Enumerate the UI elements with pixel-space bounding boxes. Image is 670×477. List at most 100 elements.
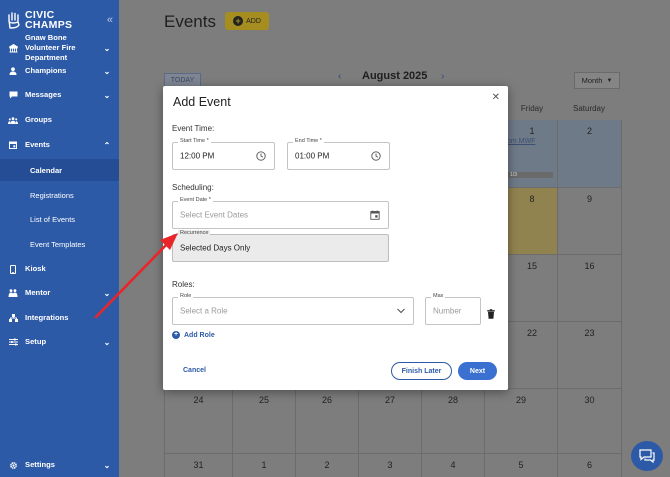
chevron-down-icon: ⌄ — [103, 90, 111, 100]
day-number: 1 — [261, 460, 267, 470]
recurrence-field[interactable]: Recurrence Selected Days Only — [172, 230, 389, 262]
start-time-label: Start Time * — [178, 138, 211, 144]
clock-icon[interactable] — [256, 151, 266, 161]
day-number: 9 — [586, 194, 592, 204]
day-number: 26 — [321, 395, 332, 405]
add-label: ADD — [246, 17, 261, 25]
sidebar-item-label: Kiosk — [25, 264, 46, 273]
event-bar[interactable]: 1/3 — [507, 172, 553, 178]
calendar-day[interactable]: 22 — [507, 322, 558, 389]
close-icon[interactable]: ✕ — [492, 92, 500, 103]
event-link[interactable]: om MWF — [507, 138, 535, 145]
sidebar-item-label: Messages — [25, 90, 62, 99]
calendar-day[interactable]: 1 om MWF 1/3 — [507, 120, 558, 188]
sidebar-item-mentor[interactable]: Mentor ⌄ — [0, 288, 119, 298]
add-event-dialog: Add Event ✕ Event Time: Start Time * 12:… — [163, 86, 508, 390]
day-number: 5 — [518, 460, 524, 470]
calendar-day[interactable]: 5 — [485, 454, 558, 477]
calendar-day[interactable]: 16 — [558, 255, 622, 322]
max-number-input[interactable]: Max Number — [425, 293, 481, 325]
calendar-day[interactable]: 31 — [164, 454, 233, 477]
next-month-icon[interactable]: › — [441, 71, 444, 82]
start-time-field[interactable]: Start Time * 12:00 PM — [172, 138, 275, 170]
calendar-day[interactable]: 27 — [359, 389, 422, 454]
sidebar-subitem-calendar[interactable]: Calendar — [30, 166, 62, 175]
sidebar-item-kiosk[interactable]: Kiosk — [0, 264, 119, 274]
dialog-title: Add Event — [173, 95, 231, 109]
calendar-day[interactable]: 28 — [422, 389, 485, 454]
calendar-day[interactable]: 15 — [507, 255, 558, 322]
day-number: 2 — [586, 126, 592, 136]
today-button[interactable]: TODAY — [164, 73, 201, 87]
calendar-day[interactable]: 2 — [558, 120, 622, 188]
role-select[interactable]: Role Select a Role — [172, 293, 414, 325]
chat-button[interactable] — [631, 441, 663, 471]
calendar-icon[interactable] — [370, 210, 380, 220]
finish-later-button[interactable]: Finish Later — [391, 362, 452, 380]
add-role-button[interactable]: + Add Role — [172, 331, 215, 339]
sidebar-item-label: Events — [25, 140, 50, 149]
calendar-day[interactable]: 9 — [558, 188, 622, 255]
calendar-day[interactable]: 23 — [558, 322, 622, 389]
gear-icon — [8, 460, 18, 470]
sidebar-subitem-event-templates[interactable]: Event Templates — [30, 240, 85, 249]
civic-champs-logo[interactable]: CIVIC CHAMPS — [7, 10, 77, 30]
cancel-button[interactable]: Cancel — [183, 367, 206, 374]
sidebar-subitem-list-of-events[interactable]: List of Events — [30, 215, 75, 224]
sidebar-subitem-registrations[interactable]: Registrations — [30, 191, 74, 200]
next-button[interactable]: Next — [458, 362, 497, 380]
caret-down-icon: ▼ — [606, 77, 613, 84]
role-placeholder: Select a Role — [180, 306, 228, 316]
view-select[interactable]: Month ▼ — [574, 72, 620, 89]
trash-icon[interactable] — [487, 306, 495, 324]
calendar-day[interactable]: 3 — [359, 454, 422, 477]
prev-month-icon[interactable]: ‹ — [338, 71, 341, 82]
recurrence-label: Recurrence — [178, 230, 211, 236]
chevron-down-icon: ⌄ — [103, 43, 111, 53]
org-name: Gnaw Bone Volunteer Fire Department — [25, 33, 76, 62]
sidebar-item-setup[interactable]: Setup ⌄ — [0, 337, 119, 347]
org-selector[interactable]: Gnaw Bone Volunteer Fire Department ⌄ — [0, 33, 119, 62]
day-number: 23 — [584, 328, 595, 338]
calendar-day[interactable]: 4 — [422, 454, 485, 477]
calendar-day[interactable]: 24 — [164, 389, 233, 454]
clock-icon[interactable] — [371, 151, 381, 161]
day-number: 24 — [193, 395, 204, 405]
chevron-down-icon: ⌄ — [103, 288, 111, 298]
role-label: Role — [178, 293, 194, 299]
sidebar-item-messages[interactable]: Messages ⌄ — [0, 90, 119, 100]
sidebar-item-label: Integrations — [25, 313, 69, 322]
calendar-day[interactable]: 1 — [233, 454, 296, 477]
month-title: August 2025 — [362, 70, 428, 82]
calendar-day[interactable]: 29 — [485, 389, 558, 454]
sidebar-item-label: Champions — [25, 66, 67, 75]
day-number: 6 — [586, 460, 592, 470]
day-number: 1 — [529, 126, 535, 136]
collapse-sidebar-icon[interactable]: « — [107, 14, 113, 26]
sidebar-item-groups[interactable]: Groups — [0, 115, 119, 125]
calendar-day[interactable]: 26 — [296, 389, 359, 454]
sidebar-item-events[interactable]: Events ⌃ — [0, 140, 119, 150]
day-number: 30 — [584, 395, 595, 405]
sidebar-item-champions[interactable]: Champions ⌄ — [0, 66, 119, 76]
event-date-field[interactable]: Event Date * Select Event Dates — [172, 197, 389, 229]
calendar-day[interactable]: 25 — [233, 389, 296, 454]
hand-logo-icon — [8, 11, 20, 29]
chevron-down-icon: ⌄ — [103, 460, 111, 470]
view-select-value: Month — [581, 76, 603, 85]
calendar-day[interactable]: 6 — [558, 454, 622, 477]
sidebar-item-integrations[interactable]: Integrations — [0, 313, 119, 323]
calendar-day-today[interactable]: 8 — [507, 188, 558, 255]
sidebar-item-settings[interactable]: Settings ⌄ — [0, 460, 119, 470]
day-number: 28 — [447, 395, 458, 405]
end-time-field[interactable]: End Time * 01:00 PM — [287, 138, 390, 170]
plus-icon: + — [233, 16, 244, 26]
kiosk-icon — [8, 264, 18, 274]
calendar-day[interactable]: 30 — [558, 389, 622, 454]
add-event-button[interactable]: + ADD — [225, 12, 269, 30]
calendar-day[interactable]: 2 — [296, 454, 359, 477]
roles-label: Roles: — [172, 280, 195, 289]
event-date-placeholder: Select Event Dates — [180, 210, 249, 220]
sidebar-item-label: Setup — [25, 337, 47, 346]
page-title: Events — [164, 12, 216, 31]
